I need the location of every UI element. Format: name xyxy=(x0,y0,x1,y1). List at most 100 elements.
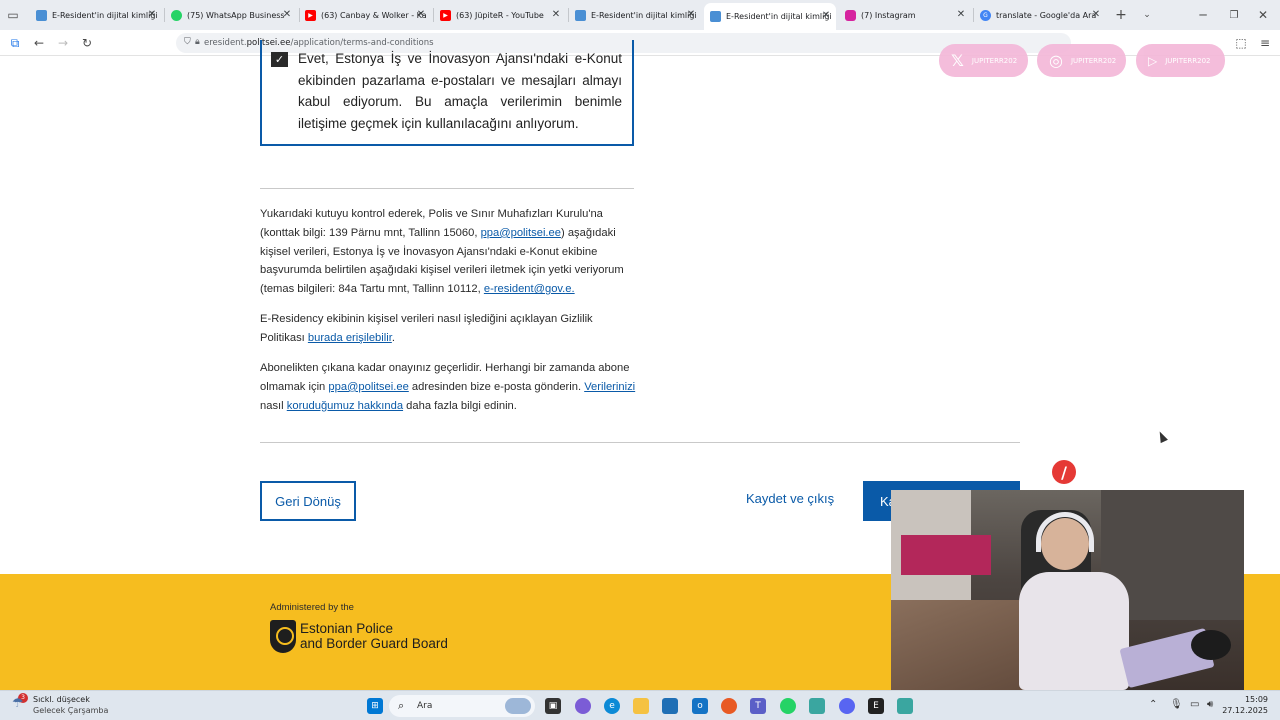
tray-expand-icon[interactable]: ⌃ xyxy=(1149,699,1157,710)
clock-time: 15:09 xyxy=(1244,695,1268,704)
close-tab-icon[interactable]: ✕ xyxy=(685,9,697,20)
stream-overlay-instagram: ◎ JUPITERR202 xyxy=(1037,44,1126,77)
back-icon[interactable]: ← xyxy=(30,34,48,52)
screen: ▭ E-Resident'in dijital kimliği ✕ (75) W… xyxy=(0,0,1280,720)
extensions-icon[interactable]: ⬚ xyxy=(1232,34,1250,52)
weather-icon: ☂ xyxy=(12,696,24,711)
browser-tab[interactable]: G translate - Google'da Ara ✕ xyxy=(980,4,1102,26)
back-button[interactable]: Geri Dönüş xyxy=(260,481,356,521)
stream-logo-icon: / xyxy=(1052,460,1076,484)
copilot-icon[interactable] xyxy=(575,698,591,714)
webcam-headphones xyxy=(1191,630,1231,660)
vpn-icon[interactable] xyxy=(809,698,825,714)
tab-title: E-Resident'in dijital kimliği xyxy=(52,10,158,20)
search-icon: ⌕ xyxy=(398,699,405,712)
reload-icon[interactable]: ↻ xyxy=(78,34,96,52)
eresident-email-link-tail[interactable]: e. xyxy=(565,283,574,295)
org-name-line2: and Border Guard Board xyxy=(300,636,448,651)
overlay-handle: JUPITERR202 xyxy=(1070,56,1117,65)
ppa-email-link[interactable]: ppa@politsei.ee xyxy=(481,227,561,239)
shield-icon: ⛉ xyxy=(184,37,191,47)
app-icon[interactable] xyxy=(897,698,913,714)
edge-icon[interactable]: e xyxy=(604,698,620,714)
consent-text: Evet, Estonya İş ve İnovasyon Ajansı'nda… xyxy=(298,51,622,131)
shield-icon xyxy=(710,11,721,22)
browser-tab[interactable]: E-Resident'in dijital kimliği ✕ xyxy=(36,4,158,26)
weather-widget[interactable]: 3 ☂ Sıckl. düşecek Gelecek Çarşamba xyxy=(12,693,108,716)
browser-tab[interactable]: (7) Instagram ✕ xyxy=(845,4,967,26)
tab-separator xyxy=(164,8,165,22)
data-protection-link-2[interactable]: koruduğumuz hakkında xyxy=(287,400,403,412)
discord-icon[interactable] xyxy=(839,698,855,714)
shield-icon xyxy=(575,9,586,21)
tab-separator xyxy=(299,8,300,22)
browser-tab-active[interactable]: E-Resident'in dijital kimliği ✕ xyxy=(704,3,836,30)
save-and-exit-button[interactable]: Kaydet ve çıkış xyxy=(746,491,834,506)
maximize-icon[interactable]: ❐ xyxy=(1225,6,1243,24)
clock-date: 27.12.2025 xyxy=(1222,706,1268,715)
window-close-icon[interactable]: ✕ xyxy=(1254,6,1272,24)
close-tab-icon[interactable]: ✕ xyxy=(955,9,967,20)
overlay-handle: JUPITERR202 xyxy=(1165,56,1211,65)
shield-icon xyxy=(36,9,47,21)
whatsapp-icon[interactable] xyxy=(780,698,796,714)
volume-icon[interactable]: 🔊︎ xyxy=(1207,699,1213,710)
org-name-line1: Estonian Police xyxy=(300,621,394,636)
system-clock[interactable]: 15:09 27.12.2025 xyxy=(1222,694,1268,716)
administered-by-label: Administered by the xyxy=(270,602,354,613)
browser-tab[interactable]: (75) WhatsApp Business ✕ xyxy=(171,4,293,26)
overlay-handle: JUPITERR202 xyxy=(971,56,1018,65)
unsubscribe-paragraph: Abonelikten çıkana kadar onayınız geçerl… xyxy=(260,362,636,412)
taskbar-search[interactable]: ⌕ Ara xyxy=(389,695,535,717)
sidebar-icon[interactable]: ⧉ xyxy=(6,34,24,52)
url-prefix: eresident. xyxy=(204,38,247,48)
privacy-policy-paragraph: E-Residency ekibinin kişisel verileri na… xyxy=(260,313,593,344)
store-icon[interactable] xyxy=(662,698,678,714)
data-protection-link[interactable]: Verilerinizi xyxy=(584,381,635,393)
browser-tab[interactable]: E-Resident'in dijital kimliği ✕ xyxy=(575,4,697,26)
menu-icon[interactable]: ≡ xyxy=(1256,34,1274,52)
tab-separator xyxy=(568,8,569,22)
browser-tab[interactable]: ▶ (63) Canbay & Wolker - Ka ✕ xyxy=(305,4,427,26)
close-tab-icon[interactable]: ✕ xyxy=(1090,9,1102,20)
police-shield-icon xyxy=(270,620,296,653)
epic-games-icon[interactable]: E xyxy=(868,698,884,714)
file-explorer-icon[interactable] xyxy=(633,698,649,714)
youtube-icon: ▶ xyxy=(440,9,451,21)
tab-actions-icon[interactable]: ▭ xyxy=(4,6,22,24)
tab-title: (75) WhatsApp Business xyxy=(187,10,285,20)
forward-icon[interactable]: → xyxy=(54,34,72,52)
network-icon[interactable]: ▭ xyxy=(1190,699,1199,710)
mouse-cursor-icon xyxy=(1156,429,1168,444)
privacy-policy-link[interactable]: burada erişilebilir xyxy=(308,332,392,344)
eresident-email-link[interactable]: e-resident@gov. xyxy=(484,283,565,295)
authorization-paragraph: Yukarıdaki kutuyu kontrol ederek, Polis … xyxy=(260,208,624,296)
start-menu-icon[interactable]: ⊞ xyxy=(367,698,383,714)
windows-taskbar: 3 ☂ Sıckl. düşecek Gelecek Çarşamba ⊞ ⌕ … xyxy=(0,690,1280,720)
browser-tab[interactable]: ▶ (63) JüpiteR - YouTube ✕ xyxy=(440,4,562,26)
tab-title: translate - Google'da Ara xyxy=(996,10,1097,20)
close-tab-icon[interactable]: ✕ xyxy=(415,9,427,20)
teams-icon[interactable]: T xyxy=(750,698,766,714)
microphone-icon[interactable]: 🎙︎ xyxy=(1170,699,1183,710)
tab-list-icon[interactable]: ⌄ xyxy=(1138,6,1156,24)
stream-overlay-youtube: ▷ JUPITERR202 xyxy=(1136,44,1225,77)
tab-title: (63) Canbay & Wolker - Ka xyxy=(321,10,427,20)
outlook-icon[interactable]: o xyxy=(692,698,708,714)
tab-title: (63) JüpiteR - YouTube xyxy=(456,10,544,20)
tab-separator xyxy=(973,8,974,22)
close-tab-icon[interactable]: ✕ xyxy=(281,9,293,20)
minimize-icon[interactable]: ─ xyxy=(1194,6,1212,24)
consent-checkbox[interactable]: ✓ xyxy=(271,52,288,67)
task-view-icon[interactable]: ▣ xyxy=(545,698,561,714)
new-tab-icon[interactable]: + xyxy=(1112,6,1130,24)
search-placeholder: Ara xyxy=(417,701,433,711)
tab-title: E-Resident'in dijital kimliği xyxy=(591,10,697,20)
stream-overlay-x: 𝕏 JUPITERR202 xyxy=(939,44,1028,77)
close-tab-icon[interactable]: ✕ xyxy=(550,9,562,20)
firefox-icon[interactable] xyxy=(721,698,737,714)
close-tab-icon[interactable]: ✕ xyxy=(820,10,832,21)
unsubscribe-email-link[interactable]: ppa@politsei.ee xyxy=(328,381,408,393)
close-tab-icon[interactable]: ✕ xyxy=(146,9,158,20)
organization-logo-text[interactable]: Estonian Police and Border Guard Board xyxy=(300,621,448,651)
